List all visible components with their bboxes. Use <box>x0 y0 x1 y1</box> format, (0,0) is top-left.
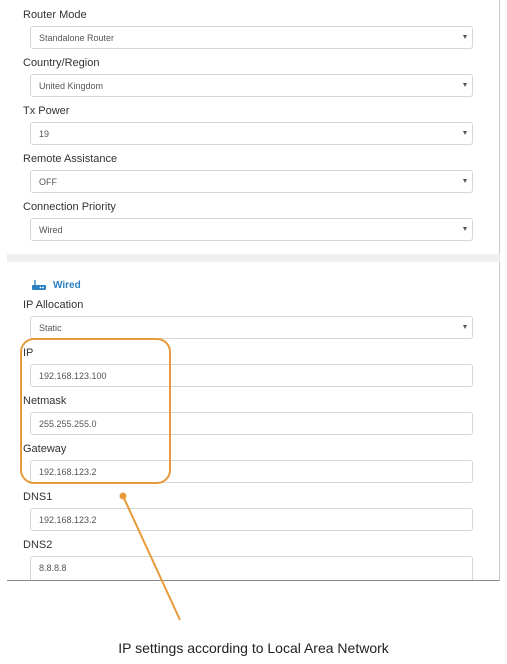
callout-dot <box>119 492 127 500</box>
annotation-callout <box>119 492 181 621</box>
callout-line <box>122 495 181 621</box>
annotation-caption: IP settings according to Local Area Netw… <box>118 640 389 656</box>
